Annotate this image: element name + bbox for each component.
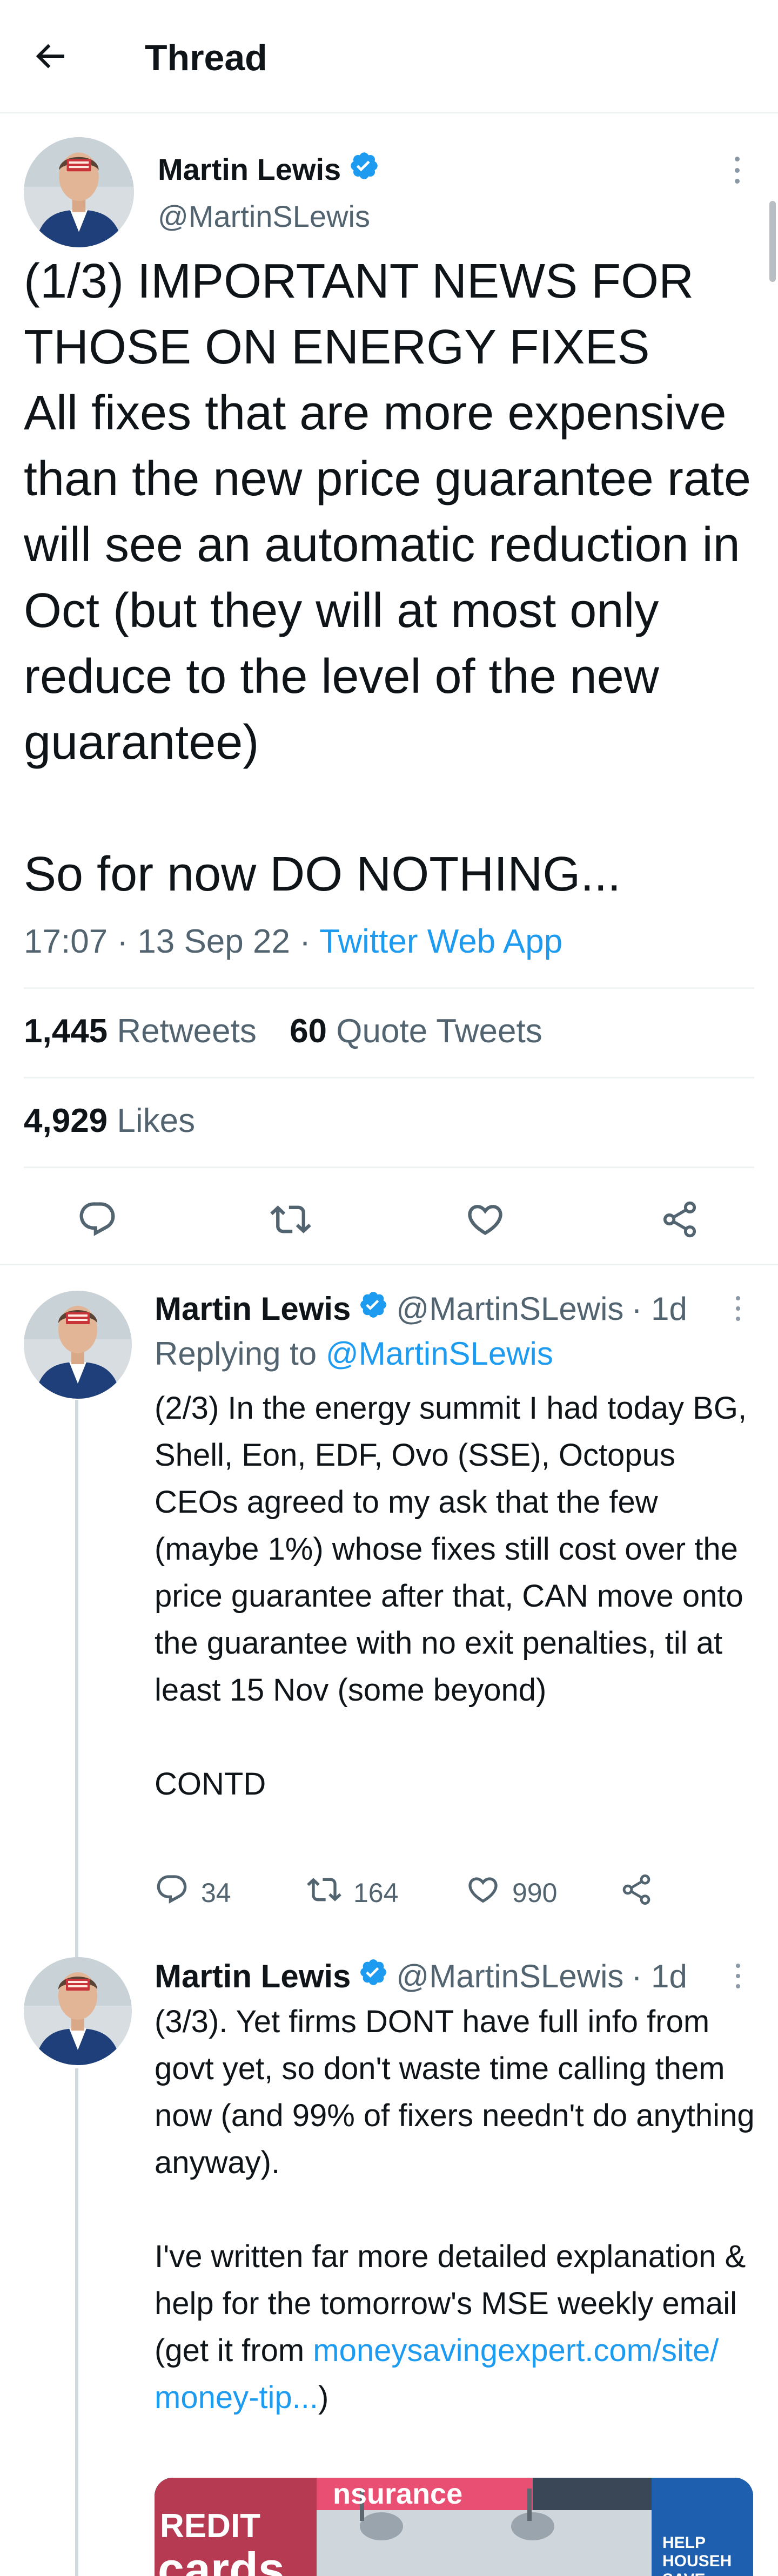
replying-to: Replying to @MartinSLewis [155,1334,553,1374]
media-preview[interactable]: REDIT cards nsurance HELP HOUSEH SAVE [155,2478,753,2576]
retweet-count: 164 [353,1878,399,1908]
divider [24,1077,754,1078]
likes-stat[interactable]: 4,929 Likes [24,1102,195,1139]
more-vertical-icon[interactable] [732,1964,745,1988]
author-name[interactable]: Martin Lewis [155,1957,351,1996]
tweet-text: (1/3) IMPORTANT NEWS FOR THOSE ON ENERGY… [24,254,751,901]
reply-header: Martin Lewis @MartinSLewis · 1d [155,1290,687,1329]
likes-label: Likes [117,1102,196,1139]
replying-prefix: Replying to [155,1336,326,1372]
verified-badge-icon [358,1957,388,1996]
meta-separator: · [108,923,138,960]
reply-bubble-icon [155,1872,189,1913]
share-button[interactable] [619,1871,654,1914]
reply-count: 34 [201,1878,231,1908]
retweet-button[interactable]: 164 [307,1871,398,1914]
avatar[interactable] [24,1291,132,1399]
author-name-row[interactable]: Martin Lewis [158,150,380,189]
tweet-text: (3/3). Yet firms DONT have full info fro… [155,1998,760,2421]
meta-separator: · [290,923,319,960]
tweet-metadata: 17:07 · 13 Sep 22 · Twitter Web App [24,919,562,965]
quotes-count: 60 [290,1013,327,1050]
tweet-text-body: (3/3). Yet firms DONT have full info fro… [155,2004,755,2368]
top-app-bar: Thread [0,0,778,113]
tweet-text-end: ) [318,2380,329,2415]
media-text: REDIT [160,2507,260,2545]
retweets-label: Retweets [117,1013,257,1050]
quotes-stat[interactable]: 60 Quote Tweets [290,1013,542,1050]
arrow-left-icon [30,37,69,78]
more-vertical-icon[interactable] [732,1296,745,1321]
tweet-age[interactable]: · 1d [631,1957,687,1996]
tweet-date[interactable]: 13 Sep 22 [137,923,290,960]
thread-page: Thread Martin Lewis @MartinSLewis (1/3) … [0,0,778,2576]
reply-button[interactable]: 34 [155,1871,231,1914]
share-icon [619,1872,654,1913]
engagement-stats: 1,445 Retweets 60 Quote Tweets [24,1010,566,1053]
tweet-text: (2/3) In the energy summit I had today B… [155,1391,747,1802]
retweets-stat[interactable]: 1,445 Retweets [24,1013,257,1050]
verified-badge-icon [348,150,380,189]
thread-connector-line [75,2068,78,2576]
avatar[interactable] [24,137,134,247]
divider [24,987,754,989]
retweets-count: 1,445 [24,1013,108,1050]
reply-button[interactable] [70,1193,124,1247]
replying-to-mention[interactable]: @MartinSLewis [326,1336,553,1372]
retweet-button[interactable] [264,1193,318,1247]
like-count: 990 [512,1878,558,1908]
tweet-action-bar [0,1183,778,1253]
back-button[interactable] [25,32,75,82]
avatar-image [24,137,134,247]
scrollbar-thumb[interactable] [769,201,776,282]
divider [0,1264,778,1265]
media-image: REDIT cards nsurance HELP HOUSEH SAVE [155,2478,753,2576]
page-title: Thread [145,37,267,78]
heart-icon [465,1199,506,1243]
avatar-image [24,1957,132,2065]
more-vertical-icon[interactable] [729,157,745,184]
avatar[interactable] [24,1957,132,2065]
tweet-age[interactable]: · 1d [631,1290,687,1329]
like-button[interactable]: 990 [466,1871,557,1914]
author-handle[interactable]: @MartinSLewis [396,1957,623,1996]
media-text: cards [158,2543,285,2576]
share-button[interactable] [653,1193,707,1247]
tweet-source-link[interactable]: Twitter Web App [319,923,562,960]
verified-badge-icon [358,1290,388,1329]
reply-bubble-icon [77,1199,118,1243]
likes-stats: 4,929 Likes [24,1100,219,1143]
likes-count: 4,929 [24,1102,108,1139]
thread-connector-line [75,1400,78,1961]
reply-header: Martin Lewis @MartinSLewis · 1d [155,1957,687,1996]
retweet-icon [307,1872,341,1913]
divider [24,1166,754,1168]
author-handle[interactable]: @MartinSLewis [158,199,370,234]
author-name[interactable]: Martin Lewis [158,152,341,187]
like-button[interactable] [458,1193,512,1247]
heart-icon [466,1872,500,1913]
retweet-icon [270,1199,311,1243]
author-handle[interactable]: @MartinSLewis [396,1290,623,1329]
tweet-time[interactable]: 17:07 [24,923,108,960]
avatar-image [24,1291,132,1399]
author-name[interactable]: Martin Lewis [155,1290,351,1329]
share-icon [659,1199,700,1243]
quotes-label: Quote Tweets [336,1013,542,1050]
media-text: nsurance [333,2478,462,2510]
reply-action-bar: 34 164 990 [155,1871,760,1914]
